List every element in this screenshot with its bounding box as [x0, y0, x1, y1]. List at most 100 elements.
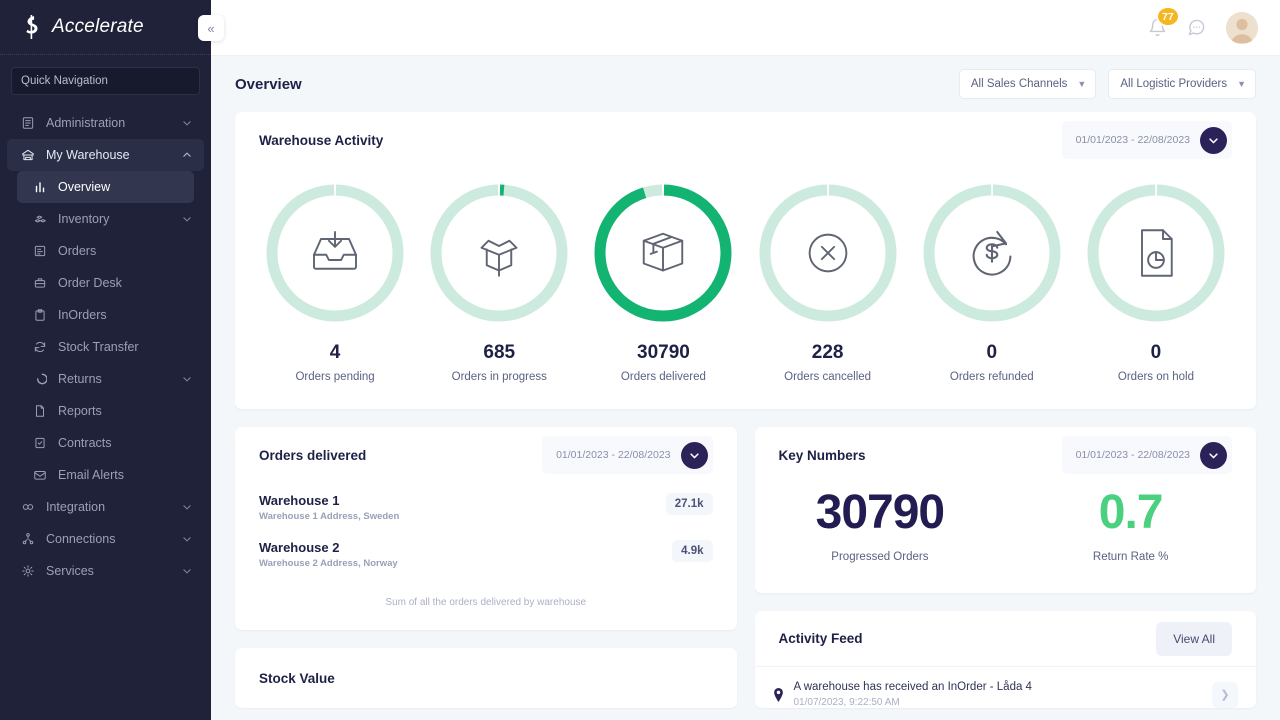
order-desk-icon: [32, 275, 48, 291]
page-title: Overview: [235, 76, 302, 93]
metric-value: 30790: [637, 342, 690, 364]
sidebar-item-connections[interactable]: Connections: [7, 523, 204, 555]
filter-selects: All Sales Channels ▼ All Logistic Provid…: [959, 69, 1256, 99]
key-number-label: Return Rate %: [1005, 551, 1256, 563]
boxes-icon: [32, 211, 48, 227]
key-numbers-daterange[interactable]: 01/01/2023 - 22/08/2023: [1062, 436, 1232, 474]
chevron-down-icon: ▼: [1077, 79, 1086, 89]
notifications-bell[interactable]: 77: [1148, 18, 1167, 37]
sidebar: Accelerate Administration My Warehouse Ove…: [0, 0, 211, 720]
activity-metric-orders-delivered[interactable]: 30790Orders delivered: [581, 180, 745, 383]
accelerate-logo-icon: [21, 15, 41, 39]
orders-delivered-header: Orders delivered 01/01/2023 - 22/08/2023: [235, 427, 737, 483]
quick-navigation-input[interactable]: [11, 67, 200, 95]
sidebar-item-label: Integration: [46, 500, 182, 514]
sidebar-collapse-button[interactable]: «: [198, 15, 224, 41]
stock-value-header: Stock Value: [235, 648, 737, 708]
chat-icon[interactable]: [1187, 18, 1206, 37]
sidebar-item-contracts[interactable]: Contracts: [7, 427, 204, 459]
warehouse-address: Warehouse 1 Address, Sweden: [259, 511, 399, 522]
activity-feed-item[interactable]: A warehouse has received an InOrder - Lå…: [755, 667, 1257, 708]
sidebar-item-orders[interactable]: Orders: [7, 235, 204, 267]
brand[interactable]: Accelerate: [0, 0, 211, 55]
key-number-return-rate: 0.7Return Rate %: [1005, 489, 1256, 563]
activity-feed-text: A warehouse has received an InOrder - Lå…: [794, 681, 1203, 693]
warehouse-row[interactable]: Warehouse 1 Warehouse 1 Address, Sweden 27…: [259, 485, 713, 532]
metric-value: 228: [812, 342, 844, 364]
activity-metric-orders-refunded[interactable]: 0Orders refunded: [910, 180, 1074, 383]
sidebar-item-stock-transfer[interactable]: Stock Transfer: [7, 331, 204, 363]
chevron-down-icon: [182, 502, 196, 512]
warehouse-icon: [20, 147, 36, 163]
activity-feed-chevron-right-icon[interactable]: ❯: [1212, 682, 1238, 708]
sidebar-item-overview[interactable]: Overview: [17, 171, 194, 203]
sidebar-item-my-warehouse[interactable]: My Warehouse: [7, 139, 204, 171]
warehouse-count-badge: 27.1k: [666, 493, 713, 515]
metric-label: Orders pending: [295, 371, 374, 383]
sidebar-item-label: Contracts: [58, 436, 204, 450]
notification-badge: 77: [1156, 6, 1180, 27]
activity-metric-orders-in-progress[interactable]: 685Orders in progress: [417, 180, 581, 383]
chevron-down-icon: [182, 214, 196, 224]
refund-icon: [919, 180, 1065, 326]
warehouse-activity-daterange-text: 01/01/2023 - 22/08/2023: [1076, 134, 1190, 146]
key-numbers-title: Key Numbers: [779, 448, 866, 463]
metric-label: Orders in progress: [452, 371, 547, 383]
chevron-down-icon: [182, 566, 196, 576]
sales-channel-select[interactable]: All Sales Channels ▼: [959, 69, 1096, 99]
sidebar-item-reports[interactable]: Reports: [7, 395, 204, 427]
logistic-provider-select[interactable]: All Logistic Providers ▼: [1108, 69, 1256, 99]
warehouse-info: Warehouse 2Warehouse 2 Address, Norway: [259, 540, 398, 569]
metric-value: 0: [1151, 342, 1162, 364]
orders-delivered-card: Orders delivered 01/01/2023 - 22/08/2023…: [235, 427, 737, 630]
orders-delivered-daterange[interactable]: 01/01/2023 - 22/08/2023: [542, 436, 712, 474]
inbox-download-icon: [262, 180, 408, 326]
warehouse-activity-header: Warehouse Activity 01/01/2023 - 22/08/20…: [235, 112, 1256, 168]
sidebar-item-label: Connections: [46, 532, 182, 546]
metric-label: Orders refunded: [950, 371, 1034, 383]
topbar: 77: [211, 0, 1280, 56]
sidebar-item-integration[interactable]: Integration: [7, 491, 204, 523]
daterange-chevron-down-icon: [1200, 127, 1227, 154]
sidebar-item-email-alerts[interactable]: Email Alerts: [7, 459, 204, 491]
donut-chart: [426, 180, 572, 326]
quick-navigation-wrap: [0, 55, 211, 105]
report-icon: [32, 403, 48, 419]
sidebar-nav: Administration My Warehouse Overview Invent…: [0, 105, 211, 720]
warehouse-row[interactable]: Warehouse 2Warehouse 2 Address, Norway4.…: [259, 532, 713, 579]
activity-metric-orders-on-hold[interactable]: 0Orders on hold: [1074, 180, 1238, 383]
activity-feed-title: Activity Feed: [779, 631, 863, 646]
location-pin-icon: [773, 688, 784, 702]
cancel-circle-icon: [755, 180, 901, 326]
sidebar-item-label: My Warehouse: [46, 148, 182, 162]
sidebar-item-label: Overview: [58, 180, 194, 194]
sidebar-item-inorders[interactable]: InOrders: [7, 299, 204, 331]
warehouse-activity-daterange[interactable]: 01/01/2023 - 22/08/2023: [1062, 121, 1232, 159]
warehouse-address: Warehouse 2 Address, Norway: [259, 558, 398, 569]
user-avatar[interactable]: [1226, 12, 1258, 44]
key-number-label: Progressed Orders: [755, 551, 1006, 563]
stock-value-card: Stock Value: [235, 648, 737, 708]
orders-delivered-footer: Sum of all the orders delivered by wareh…: [235, 579, 737, 630]
warehouse-activity-donuts: 4Orders pending685Orders in progress3079…: [235, 168, 1256, 409]
sidebar-item-administration[interactable]: Administration: [7, 107, 204, 139]
logistic-provider-select-value: All Logistic Providers: [1120, 78, 1227, 90]
key-number-value: 30790: [755, 489, 1006, 537]
chevron-down-icon: [182, 534, 196, 544]
activity-metric-orders-cancelled[interactable]: 228Orders cancelled: [746, 180, 910, 383]
email-alert-icon: [32, 467, 48, 483]
sidebar-item-order-desk[interactable]: Order Desk: [7, 267, 204, 299]
open-box-icon: [426, 180, 572, 326]
sidebar-item-services[interactable]: Services: [7, 555, 204, 587]
sidebar-item-returns[interactable]: Returns: [7, 363, 204, 395]
view-all-button[interactable]: View All: [1156, 622, 1232, 656]
sidebar-item-label: InOrders: [58, 308, 204, 322]
orders-delivered-title: Orders delivered: [259, 448, 366, 463]
closed-box-icon: [590, 180, 736, 326]
sidebar-item-label: Orders: [58, 244, 204, 258]
warehouse-name: Warehouse 1: [259, 493, 399, 508]
donut-chart: [755, 180, 901, 326]
activity-metric-orders-pending[interactable]: 4Orders pending: [253, 180, 417, 383]
sidebar-item-inventory[interactable]: Inventory: [7, 203, 204, 235]
stock-value-title: Stock Value: [259, 671, 335, 686]
